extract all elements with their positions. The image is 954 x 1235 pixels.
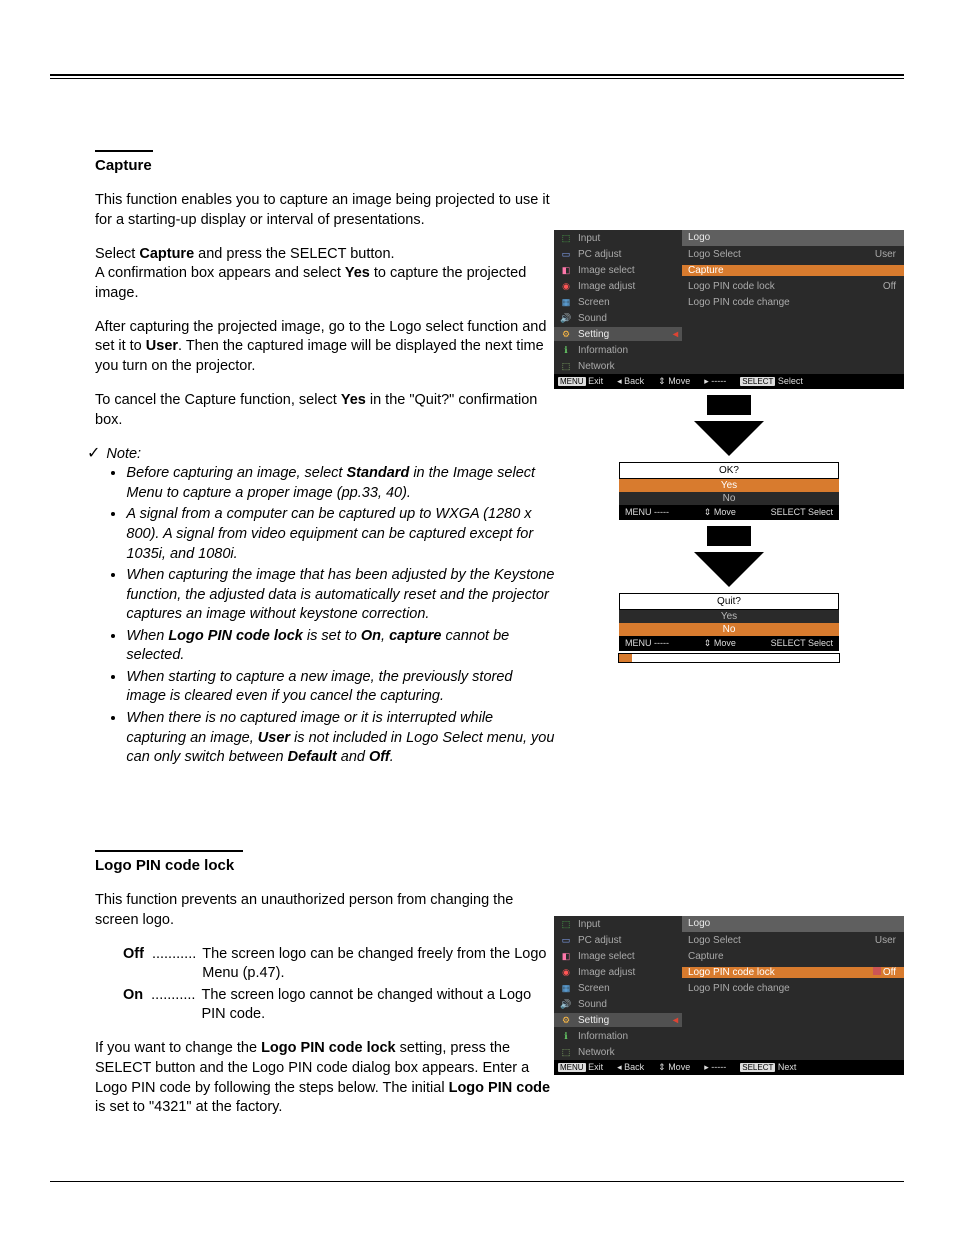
menu-imageselect2[interactable]: Image select [578, 951, 635, 962]
pcadjust-icon: ▭ [557, 247, 575, 261]
arrow-icon [694, 421, 764, 456]
panel-title2: Logo [682, 916, 904, 932]
network-icon: ⬚ [557, 1045, 575, 1059]
sound-icon: 🔊 [557, 311, 575, 325]
menu-pcadjust[interactable]: PC adjust [578, 249, 621, 260]
arrow-icon-2 [694, 552, 764, 587]
capture-p2: Select Capture and press the SELECT butt… [95, 245, 555, 304]
imgadjust-icon: ◉ [557, 279, 575, 293]
menu-input[interactable]: Input [578, 233, 600, 244]
imgadjust-icon: ◉ [557, 965, 575, 979]
osd2-caption: Logo PIN code lock [554, 896, 904, 912]
menu-information2[interactable]: Information [578, 1031, 628, 1042]
menu-pcadjust2[interactable]: PC adjust [578, 935, 621, 946]
pinlock-section: Logo PIN code lock This function prevent… [95, 850, 555, 1132]
pinlock-heading: Logo PIN code lock [95, 857, 234, 874]
pinlock-row-off: Off........... The screen logo can be ch… [123, 945, 555, 984]
ok-no[interactable]: No [619, 492, 839, 505]
pinlock-p1: This function prevents an unauthorized p… [95, 891, 555, 930]
menu-sound[interactable]: Sound [578, 313, 607, 324]
note-label: Note: [106, 446, 141, 462]
menu-screen2[interactable]: Screen [578, 983, 610, 994]
menu-setting2[interactable]: Setting [578, 1015, 609, 1026]
progress-bar [618, 653, 840, 663]
capture-section: Capture This function enables you to cap… [95, 150, 555, 770]
row-pinchange2[interactable]: Logo PIN code change [682, 983, 904, 994]
setting-icon: ⚙ [557, 1013, 575, 1027]
header-section: Setting [806, 35, 894, 66]
menu-setting[interactable]: Setting [578, 329, 609, 340]
input-icon: ⬚ [557, 231, 575, 245]
capture-p1: This function enables you to capture an … [95, 191, 555, 230]
row-pinchange[interactable]: Logo PIN code change [682, 297, 904, 308]
screen-icon: ▦ [557, 981, 575, 995]
network-icon: ⬚ [557, 359, 575, 373]
menu-sound2[interactable]: Sound [578, 999, 607, 1010]
ok-yes[interactable]: Yes [619, 479, 839, 492]
menu-network2[interactable]: Network [578, 1047, 615, 1058]
row-capture2[interactable]: Capture [682, 951, 904, 962]
menu-imageadjust2[interactable]: Image adjust [578, 967, 635, 978]
menu-imageadjust[interactable]: Image adjust [578, 281, 635, 292]
capture-heading: Capture [95, 157, 152, 174]
page-footer: 48 [50, 1181, 904, 1205]
pinlock-p2: If you want to change the Logo PIN code … [95, 1039, 555, 1117]
ok-question: OK? [619, 462, 839, 479]
osd1-caption: Capture [554, 210, 904, 226]
pcadjust-icon: ▭ [557, 933, 575, 947]
osd-pinlock: Logo PIN code lock ⬚InputLogo ▭PC adjust… [554, 896, 904, 1075]
info-icon: ℹ [557, 343, 575, 357]
osd-capture: Capture ⬚InputLogo ▭PC adjustLogo Select… [554, 210, 904, 663]
menu-screen[interactable]: Screen [578, 297, 610, 308]
caret-icon: ◂ [673, 1015, 682, 1026]
quit-no[interactable]: No [619, 623, 839, 636]
menu-input2[interactable]: Input [578, 919, 600, 930]
row-logoselect2[interactable]: Logo SelectUser [682, 935, 904, 946]
panel-title: Logo [682, 230, 904, 246]
menu-network[interactable]: Network [578, 361, 615, 372]
osd-footer2: MENU Exit ◂ Back ⇕ Move ▸ ----- SELECT N… [554, 1060, 904, 1075]
page-number: 48 [50, 1188, 904, 1205]
row-logoselect[interactable]: Logo SelectUser [682, 249, 904, 260]
input-icon: ⬚ [557, 917, 575, 931]
menu-imageselect[interactable]: Image select [578, 265, 635, 276]
dlg1-foot: MENU ----- ⇕ Move SELECT Select [619, 505, 839, 520]
row-pinlock2[interactable]: Logo PIN code lockOff [682, 967, 904, 978]
setting-icon: ⚙ [557, 327, 575, 341]
osd-footer: MENU Exit ◂ Back ⇕ Move ▸ ----- SELECT S… [554, 374, 904, 389]
quit-dialog: Quit? Yes No [619, 593, 839, 636]
imgselect-icon: ◧ [557, 949, 575, 963]
capture-p3: After capturing the projected image, go … [95, 318, 555, 377]
row-pinlock[interactable]: Logo PIN code lockOff [682, 281, 904, 292]
imgselect-icon: ◧ [557, 263, 575, 277]
caret-icon: ◂ [673, 329, 682, 340]
quit-yes[interactable]: Yes [619, 610, 839, 623]
check-icon: ✓ [87, 443, 100, 465]
info-icon: ℹ [557, 1029, 575, 1043]
lock-icon [873, 967, 881, 975]
pinlock-row-on: On........... The screen logo cannot be … [123, 986, 555, 1025]
sound-icon: 🔊 [557, 997, 575, 1011]
notes: ✓ Note: Before capturing an image, selec… [95, 445, 555, 770]
quit-question: Quit? [619, 593, 839, 610]
row-capture[interactable]: Capture [682, 265, 904, 276]
dlg2-foot: MENU ----- ⇕ Move SELECT Select [619, 636, 839, 651]
capture-p4: To cancel the Capture function, select Y… [95, 391, 555, 430]
ok-dialog: OK? Yes No [619, 462, 839, 505]
screen-icon: ▦ [557, 295, 575, 309]
menu-information[interactable]: Information [578, 345, 628, 356]
